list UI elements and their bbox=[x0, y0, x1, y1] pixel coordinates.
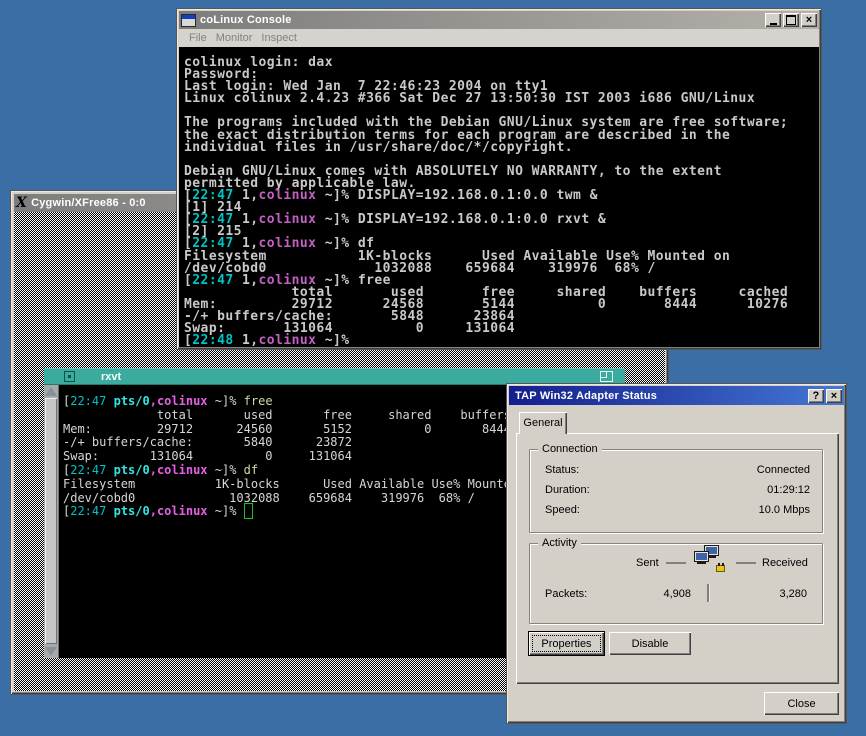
speed-value: 10.0 Mbps bbox=[759, 504, 810, 516]
duration-label: Duration: bbox=[545, 484, 590, 496]
duration-value: 01:29:12 bbox=[767, 484, 810, 496]
twm-resize-icon[interactable] bbox=[600, 371, 613, 382]
packets-label: Packets: bbox=[545, 588, 587, 600]
network-computers-icon bbox=[690, 545, 732, 575]
colinux-console-window: coLinux Console × File Monitor Inspect c… bbox=[176, 8, 822, 350]
activity-groupbox: Activity Sent Received Packets: 4,908 3,… bbox=[529, 543, 823, 624]
close-button-label: Close bbox=[787, 698, 815, 710]
properties-button[interactable]: Properties bbox=[529, 632, 604, 655]
general-tab-panel: Connection Status: Connected Duration: 0… bbox=[516, 433, 839, 684]
status-label: Status: bbox=[545, 464, 579, 476]
minimize-button[interactable] bbox=[765, 13, 781, 27]
minimize-icon bbox=[770, 23, 777, 25]
connection-groupbox: Connection Status: Connected Duration: 0… bbox=[529, 449, 823, 533]
received-label: Received bbox=[762, 557, 808, 569]
tap-dialog-titlebar[interactable]: TAP Win32 Adapter Status ? × bbox=[509, 386, 844, 405]
scrollbar-thumb[interactable] bbox=[45, 398, 57, 644]
packets-sent-value: 4,908 bbox=[663, 588, 691, 600]
colinux-menubar: File Monitor Inspect bbox=[179, 29, 819, 47]
rxvt-scrollbar[interactable] bbox=[44, 385, 59, 658]
speed-label: Speed: bbox=[545, 504, 580, 516]
rxvt-title-text: rxvt bbox=[101, 371, 121, 383]
colinux-terminal-output[interactable]: colinux login: daxPassword:Last login: W… bbox=[179, 47, 819, 347]
cygwin-title-text: Cygwin/XFree86 - 0:0 bbox=[31, 197, 146, 209]
packets-received-value: 3,280 bbox=[779, 588, 807, 600]
tab-general-label: General bbox=[523, 417, 562, 429]
colinux-title-text: coLinux Console bbox=[200, 14, 292, 26]
colinux-app-icon[interactable] bbox=[181, 14, 196, 27]
menu-item-file[interactable]: File bbox=[189, 32, 207, 44]
scrollbar-up-arrow-icon[interactable] bbox=[45, 387, 57, 396]
tab-general[interactable]: General bbox=[519, 412, 567, 434]
menu-item-monitor[interactable]: Monitor bbox=[216, 32, 253, 44]
menu-item-inspect[interactable]: Inspect bbox=[261, 32, 296, 44]
help-button[interactable]: ? bbox=[808, 389, 824, 403]
colinux-titlebar[interactable]: coLinux Console × bbox=[179, 11, 819, 29]
dialog-close-x-button[interactable]: × bbox=[826, 389, 842, 403]
disable-button-label: Disable bbox=[632, 638, 669, 650]
received-dash bbox=[736, 562, 756, 564]
colinux-terminal[interactable]: colinux login: daxPassword:Last login: W… bbox=[179, 47, 819, 347]
twm-iconify-button[interactable] bbox=[64, 371, 75, 382]
maximize-icon bbox=[786, 15, 796, 25]
sent-dash bbox=[666, 562, 686, 564]
xfree86-logo-icon: X bbox=[16, 197, 27, 209]
connection-group-label: Connection bbox=[538, 443, 602, 455]
properties-button-label: Properties bbox=[541, 638, 591, 650]
sent-label: Sent bbox=[636, 557, 659, 569]
maximize-button[interactable] bbox=[783, 13, 799, 27]
disable-button[interactable]: Disable bbox=[609, 632, 691, 655]
twm-iconify-dot-icon bbox=[68, 375, 71, 378]
scrollbar-down-arrow-icon[interactable] bbox=[45, 647, 57, 656]
tap-adapter-status-dialog: TAP Win32 Adapter Status ? × General Con… bbox=[506, 383, 847, 724]
desktop: { "colors": { "desktop": "#3a6ea5", "ina… bbox=[0, 0, 866, 736]
close-button-dialog[interactable]: Close bbox=[764, 692, 839, 715]
packets-separator bbox=[707, 584, 709, 602]
close-button[interactable]: × bbox=[801, 13, 817, 27]
status-value: Connected bbox=[757, 464, 810, 476]
tap-dialog-title-text: TAP Win32 Adapter Status bbox=[515, 390, 657, 402]
activity-group-label: Activity bbox=[538, 537, 581, 549]
